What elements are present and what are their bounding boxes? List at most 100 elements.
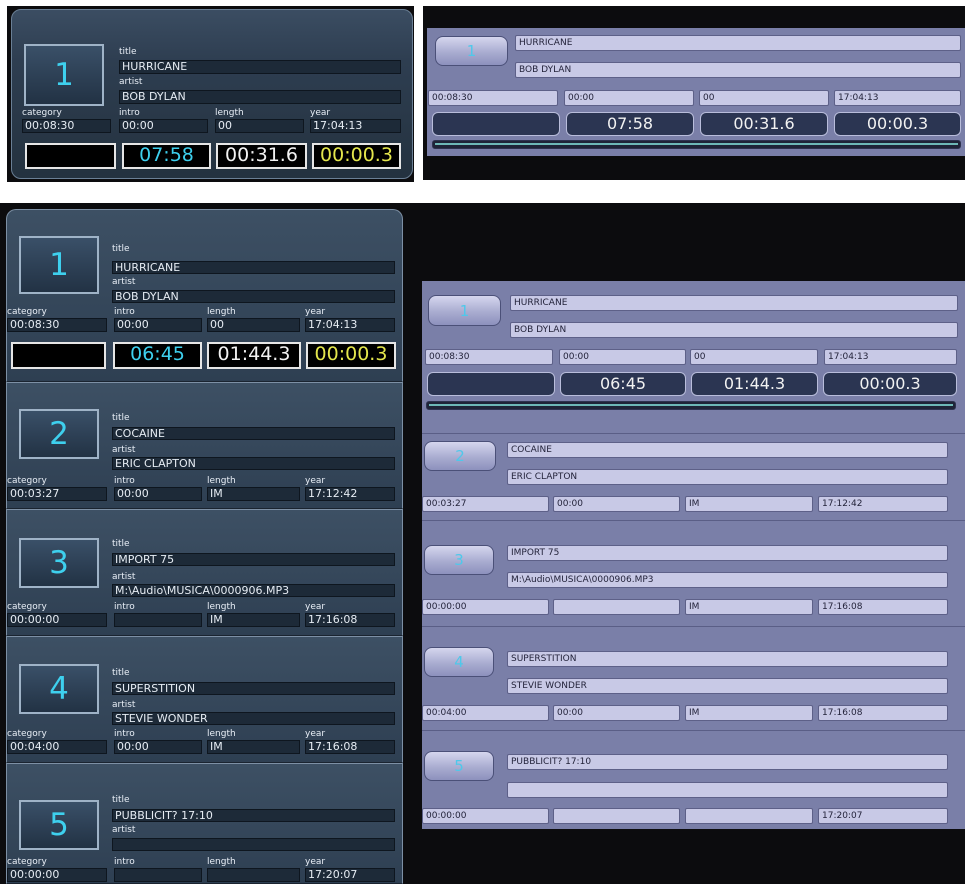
- track-number-button: 4: [424, 647, 494, 677]
- intro-label: intro: [119, 108, 140, 118]
- length-field: IM: [207, 740, 300, 754]
- category-field: 00:08:30: [428, 90, 558, 106]
- category-field: 00:08:30: [22, 119, 111, 133]
- category-label: category: [7, 602, 47, 612]
- year-field: 17:16:08: [818, 599, 948, 615]
- track-number-box[interactable]: 1: [24, 44, 104, 106]
- dark-slot-1[interactable]: 1 title HURRICANE artist BOB DYLAN categ…: [6, 209, 403, 382]
- artist-field: ERIC CLAPTON: [507, 469, 948, 485]
- artist-label: artist: [112, 825, 136, 835]
- year-field: 17:04:13: [834, 90, 961, 106]
- dark-slot-2[interactable]: 2 title COCAINE artist ERIC CLAPTON cate…: [6, 382, 403, 509]
- year-field: 17:04:13: [310, 119, 401, 133]
- intro-label: intro: [114, 476, 135, 486]
- light-slot-1[interactable]: 1 HURRICANE BOB DYLAN 00:08:30 00:00 00 …: [422, 281, 965, 422]
- progress-bar[interactable]: [426, 401, 956, 410]
- intro-field: 00:00: [553, 496, 680, 512]
- track-number: 2: [455, 447, 465, 465]
- length-field: 00: [215, 119, 304, 133]
- track-number-button[interactable]: 1: [435, 36, 508, 66]
- year-label: year: [305, 857, 326, 867]
- title-field: PUBBLICIT? 17:10: [507, 754, 948, 770]
- length-label: length: [207, 729, 236, 739]
- light-slot-3[interactable]: 3 IMPORT 75 M:\Audio\MUSICA\0000906.MP3 …: [422, 521, 965, 622]
- category-label: category: [7, 857, 47, 867]
- length-field: IM: [207, 613, 300, 627]
- year-field: 17:12:42: [305, 487, 395, 501]
- intro-field: [553, 599, 680, 615]
- intro-label: intro: [114, 729, 135, 739]
- category-field: 00:00:00: [7, 613, 107, 627]
- length-field: IM: [685, 599, 813, 615]
- dark-slot-3[interactable]: 3 title IMPORT 75 artist M:\Audio\MUSICA…: [6, 509, 403, 636]
- category-label: category: [7, 307, 47, 317]
- dark-slot-4[interactable]: 4 title SUPERSTITION artist STEVIE WONDE…: [6, 636, 403, 763]
- year-field: 17:16:08: [305, 740, 395, 754]
- year-field: 17:12:42: [818, 496, 948, 512]
- intro-field: 00:00: [114, 318, 202, 332]
- year-label: year: [305, 602, 326, 612]
- track-number-box: 5: [19, 800, 99, 850]
- top-light-player-panel: 1 HURRICANE BOB DYLAN 00:08:30 00:00 00 …: [427, 28, 965, 156]
- length-field: [685, 808, 813, 824]
- intro-field: 00:00: [559, 349, 686, 365]
- progress-bar[interactable]: [432, 140, 961, 149]
- status-box: [432, 112, 560, 136]
- title-label: title: [119, 47, 137, 57]
- track-number: 3: [49, 545, 69, 581]
- length-field: IM: [685, 496, 813, 512]
- category-field: 00:08:30: [425, 349, 553, 365]
- artist-label: artist: [112, 277, 136, 287]
- track-number-button: 1: [428, 295, 501, 326]
- top-dark-player-panel: 1 title HURRICANE artist BOB DYLAN categ…: [11, 9, 413, 179]
- intro-label: intro: [114, 602, 135, 612]
- title-field: SUPERSTITION: [507, 651, 948, 667]
- title-field: HURRICANE: [515, 35, 961, 51]
- status-box: [25, 143, 116, 169]
- intro-timer: 00:00.3: [306, 342, 396, 369]
- light-slot-2[interactable]: 2 COCAINE ERIC CLAPTON 00:03:27 00:00 IM…: [422, 434, 965, 524]
- artist-label: artist: [112, 445, 136, 455]
- title-label: title: [112, 413, 130, 423]
- category-field: 00:08:30: [7, 318, 107, 332]
- category-field: 00:00:00: [7, 868, 107, 882]
- artist-field: [507, 782, 948, 798]
- track-number: 2: [49, 416, 69, 452]
- track-number-button: 5: [424, 751, 494, 781]
- title-label: title: [112, 668, 130, 678]
- artist-label: artist: [112, 572, 136, 582]
- year-label: year: [310, 108, 331, 118]
- artist-field: M:\Audio\MUSICA\0000906.MP3: [507, 572, 948, 588]
- title-field: COCAINE: [507, 442, 948, 458]
- light-slot-5[interactable]: 5 PUBBLICIT? 17:10 00:00:00 17:20:07: [422, 731, 965, 829]
- intro-field: 00:00: [119, 119, 208, 133]
- artist-field: ERIC CLAPTON: [112, 457, 395, 470]
- track-number: 4: [454, 653, 464, 671]
- artist-label: artist: [112, 700, 136, 710]
- track-number-button: 2: [424, 441, 496, 471]
- track-number: 5: [454, 757, 464, 775]
- category-label: category: [22, 108, 62, 118]
- artist-field: STEVIE WONDER: [507, 678, 948, 694]
- title-field: IMPORT 75: [507, 545, 948, 561]
- category-field: 00:04:00: [7, 740, 107, 754]
- title-field: IMPORT 75: [112, 553, 395, 566]
- intro-field: 00:00: [553, 705, 680, 721]
- category-field: 00:00:00: [422, 808, 549, 824]
- track-number: 1: [49, 247, 69, 283]
- length-field: [207, 868, 300, 882]
- year-field: 17:16:08: [818, 705, 948, 721]
- light-slot-4[interactable]: 4 SUPERSTITION STEVIE WONDER 00:04:00 00…: [422, 627, 965, 722]
- remaining-timer: 07:58: [122, 143, 211, 169]
- intro-field: 00:00: [114, 740, 202, 754]
- category-field: 00:04:00: [422, 705, 549, 721]
- intro-timer: 00:00.3: [312, 143, 401, 169]
- dark-slot-5[interactable]: 5 title PUBBLICIT? 17:10 artist category…: [6, 763, 403, 884]
- intro-label: intro: [114, 307, 135, 317]
- category-field: 00:00:00: [422, 599, 549, 615]
- elapsed-timer: 01:44.3: [207, 342, 301, 369]
- artist-field: STEVIE WONDER: [112, 712, 395, 725]
- remaining-timer: 07:58: [566, 112, 694, 136]
- intro-timer: 00:00.3: [823, 372, 957, 396]
- title-label: title: [112, 795, 130, 805]
